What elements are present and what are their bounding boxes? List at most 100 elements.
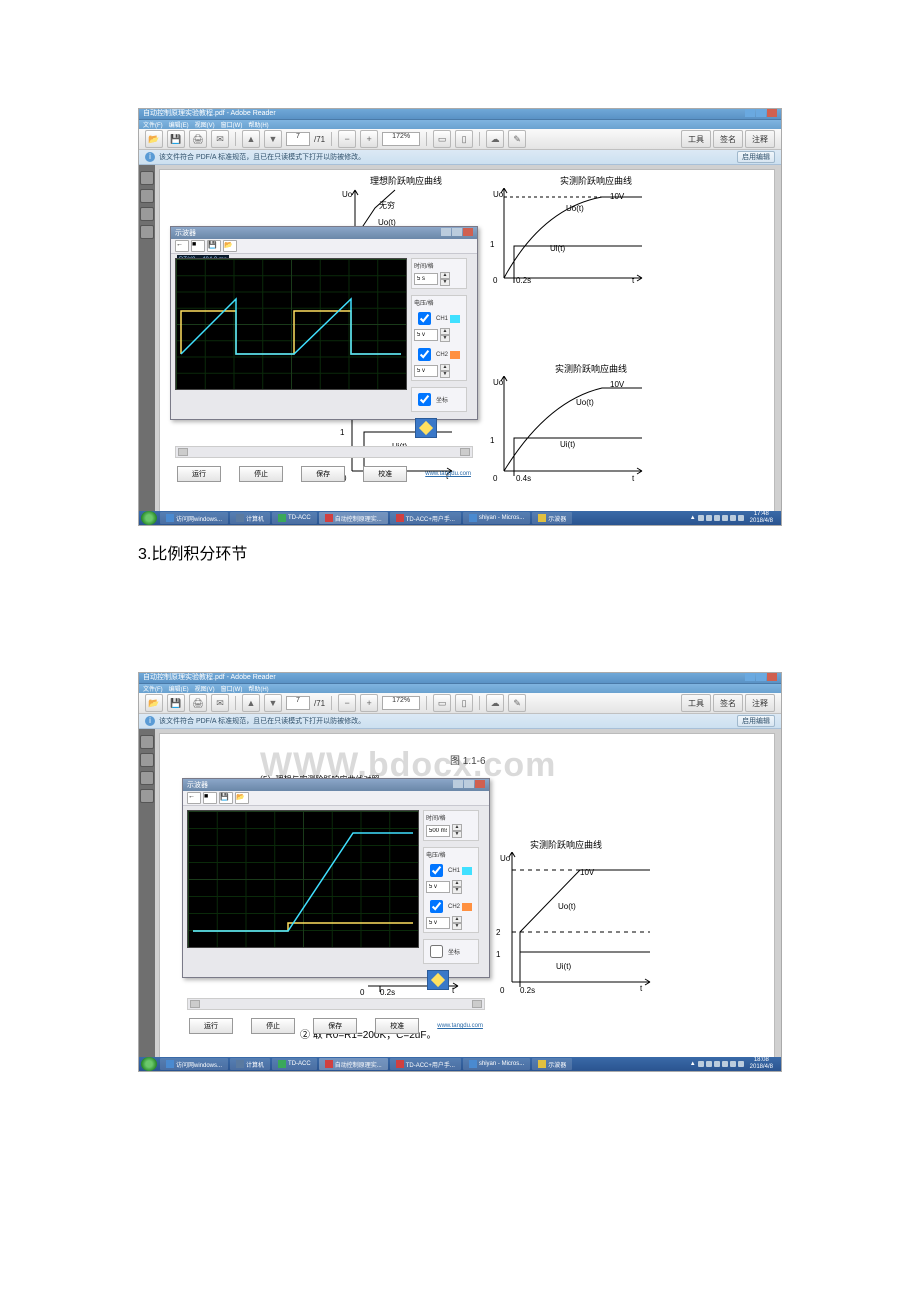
enable-edit-button[interactable]: 启用编辑 [737, 715, 775, 727]
system-tray[interactable]: ▲ 18:082018/4/8 [686, 1057, 781, 1071]
start-button[interactable] [141, 511, 157, 525]
zoom-field[interactable]: 172% [382, 696, 420, 710]
page-up-icon[interactable]: ▲ [242, 130, 260, 148]
taskbar: 访问网windows... 计算机 TD-ACC 自动控制原理实... TD-A… [139, 511, 781, 525]
scope-hscroll[interactable] [175, 446, 473, 458]
fit-page-icon[interactable]: ▭ [433, 130, 451, 148]
sign-panel-icon [140, 225, 154, 239]
scope-run-button[interactable]: 运行 [189, 1018, 233, 1034]
clock[interactable]: 17:482018/4/8 [746, 511, 777, 525]
taskbar-item[interactable]: TD-ACC+用户手... [390, 512, 461, 524]
ch2-vdiv[interactable] [426, 917, 450, 929]
sign-icon[interactable]: ✎ [508, 130, 526, 148]
window-buttons[interactable] [744, 673, 777, 683]
ch2-checkbox[interactable] [418, 348, 431, 361]
scope-save-button[interactable]: 保存 [301, 466, 345, 482]
zoom-out-icon[interactable]: − [338, 694, 356, 712]
side-panel[interactable] [139, 729, 155, 1060]
print-icon[interactable]: 🖨 [189, 694, 207, 712]
scope-window-buttons[interactable] [452, 780, 485, 790]
side-panel[interactable] [139, 165, 155, 514]
taskbar-item[interactable]: 计算机 [230, 512, 270, 524]
zoom-field[interactable]: 172% [382, 132, 420, 146]
comment-button[interactable]: 注释 [745, 130, 775, 148]
ch1-vdiv[interactable] [414, 329, 438, 341]
fit-page-icon[interactable]: ▭ [433, 694, 451, 712]
page-up-icon[interactable]: ▲ [242, 694, 260, 712]
scope-link[interactable]: www.tangdu.com [425, 471, 471, 477]
sign-button[interactable]: 签名 [713, 130, 743, 148]
page-down-icon[interactable]: ▼ [264, 130, 282, 148]
taskbar-item[interactable]: TD-ACC [272, 512, 317, 524]
coord-checkbox[interactable] [418, 393, 431, 406]
taskbar-item[interactable]: 访问网windows... [160, 512, 228, 524]
fit-width-icon[interactable]: ▯ [455, 694, 473, 712]
read-icon[interactable]: ☁ [486, 694, 504, 712]
system-tray[interactable]: ▲ 17:482018/4/8 [686, 511, 781, 525]
scope-stop-button[interactable]: 停止 [251, 1018, 295, 1034]
scope-toolbar[interactable]: ←■💾📂 [183, 791, 489, 806]
scope-run-button[interactable]: 运行 [177, 466, 221, 482]
print-icon[interactable]: 🖨 [189, 130, 207, 148]
document-page: WWW.bdocx.com 图 1.1-6 （5）理想与实测阶跃响应曲线对照 实… [159, 733, 775, 1060]
ch2-vdiv[interactable] [414, 365, 438, 377]
window-titlebar: 自动控制原理实验教程.pdf - Adobe Reader [139, 673, 781, 684]
zoom-out-icon[interactable]: − [338, 130, 356, 148]
start-button[interactable] [141, 1057, 157, 1071]
ch1-color-icon [450, 315, 460, 323]
coord-checkbox[interactable] [430, 945, 443, 958]
scope-window-buttons[interactable] [440, 228, 473, 238]
sign-button[interactable]: 签名 [713, 694, 743, 712]
open-icon[interactable]: 📂 [145, 130, 163, 148]
scope-edit-icon[interactable] [427, 970, 449, 990]
bookmarks-icon [140, 189, 154, 203]
comment-button[interactable]: 注释 [745, 694, 775, 712]
scope-stop-button[interactable]: 停止 [239, 466, 283, 482]
menubar[interactable]: 文件(F)编辑(E)视图(V)窗口(W)帮助(H) [139, 684, 781, 693]
scope-window: 示波器 ←■💾📂 [182, 778, 490, 978]
scope-hscroll[interactable] [187, 998, 485, 1010]
zoom-in-icon[interactable]: + [360, 130, 378, 148]
fit-width-icon[interactable]: ▯ [455, 130, 473, 148]
zoom-in-icon[interactable]: + [360, 694, 378, 712]
section-heading: 3.比例积分环节 [138, 540, 782, 564]
scope-side-panel: 时间/格 ▲▼ 电压/格 CH1 ▲▼ CH2 ▲▼ 坐标 [423, 806, 483, 998]
window-titlebar: 自动控制原理实验教程.pdf - Adobe Reader [139, 109, 781, 120]
clock: 18:082018/4/8 [746, 1057, 777, 1071]
scope-link[interactable]: www.tangdu.com [437, 1023, 483, 1029]
page-number-field[interactable]: 7 [286, 132, 310, 146]
mail-icon[interactable]: ✉ [211, 694, 229, 712]
read-icon[interactable]: ☁ [486, 130, 504, 148]
window-buttons[interactable] [744, 109, 777, 119]
ch1-checkbox[interactable] [430, 864, 443, 877]
ch1-vdiv[interactable] [426, 881, 450, 893]
scope-toolbar[interactable]: ← ■ 💾 📂 [171, 239, 477, 254]
ch2-color-icon [450, 351, 460, 359]
open-icon[interactable]: 📂 [145, 694, 163, 712]
scope-cal-button[interactable]: 校准 [375, 1018, 419, 1034]
tools-button[interactable]: 工具 [681, 130, 711, 148]
tools-button[interactable]: 工具 [681, 694, 711, 712]
taskbar-item[interactable]: shiyan - Micros... [463, 512, 530, 524]
scope-plot [175, 258, 407, 390]
ch2-checkbox[interactable] [430, 900, 443, 913]
time-per-div[interactable] [414, 273, 438, 285]
screenshot-1: 自动控制原理实验教程.pdf - Adobe Reader 文件(F)编辑(E)… [138, 108, 782, 526]
scope-save-button[interactable]: 保存 [313, 1018, 357, 1034]
enable-edit-button[interactable]: 启用编辑 [737, 151, 775, 163]
taskbar-item[interactable]: 自动控制原理实... [319, 512, 388, 524]
scope-edit-icon[interactable] [415, 418, 437, 438]
page-down-icon[interactable]: ▼ [264, 694, 282, 712]
menubar[interactable]: 文件(F)编辑(E)视图(V)窗口(W)帮助(H) [139, 120, 781, 129]
measured-curve-title: 实测阶跃响应曲线 [530, 838, 602, 851]
time-per-div[interactable] [426, 825, 450, 837]
page-number-field[interactable]: 7 [286, 696, 310, 710]
scope-cal-button[interactable]: 校准 [363, 466, 407, 482]
taskbar-item[interactable]: 示波器 [532, 512, 572, 524]
save-icon[interactable]: 💾 [167, 694, 185, 712]
ch1-checkbox[interactable] [418, 312, 431, 325]
sign-icon[interactable]: ✎ [508, 694, 526, 712]
scope-pause-icon: ■ [191, 240, 205, 252]
save-icon[interactable]: 💾 [167, 130, 185, 148]
mail-icon[interactable]: ✉ [211, 130, 229, 148]
